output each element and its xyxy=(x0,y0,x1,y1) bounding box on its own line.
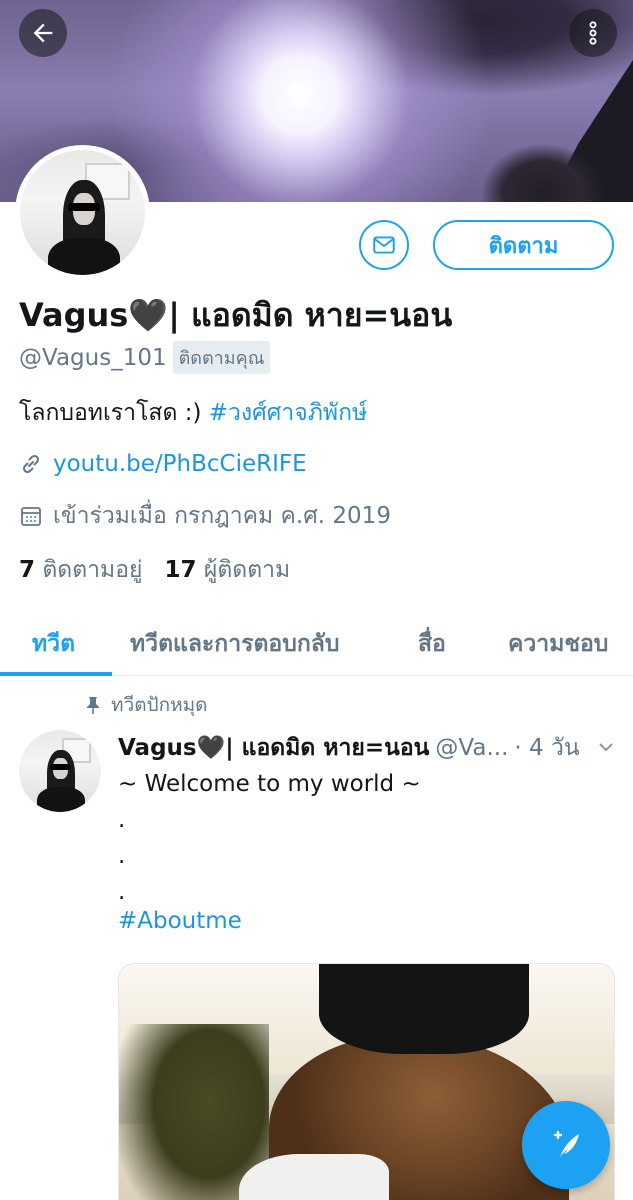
chevron-down-icon[interactable] xyxy=(596,737,616,757)
website-row: youtu.be/PhBcCieRIFE xyxy=(19,451,307,477)
compose-tweet-icon xyxy=(553,1130,579,1157)
profile-tabs: ทวีต ทวีตและการตอบกลับ สื่อ ความชอบ xyxy=(0,606,633,676)
avatar-photo xyxy=(20,150,145,275)
active-tab-indicator xyxy=(0,672,112,676)
pinned-indicator: ทวีตปักหมุด xyxy=(85,690,207,720)
followers-label: ผู้ติดตาม xyxy=(203,557,291,583)
banner-tree-silhouette xyxy=(483,145,603,202)
calendar-icon xyxy=(21,507,41,526)
mail-icon xyxy=(373,236,395,254)
tab-media[interactable]: สื่อ xyxy=(418,626,446,662)
arrow-left-icon xyxy=(33,23,53,43)
following-count: 7 xyxy=(19,557,36,583)
bio: โลกบอทเราโสด :) #วงศ์ศาจภิพักษ์ xyxy=(19,395,367,431)
followers-count: 17 xyxy=(164,557,197,583)
handle-row: @Vagus_101 ติดตามคุณ xyxy=(19,341,271,374)
joined-row: เข้าร่วมเมื่อ กรกฎาคม ค.ศ. 2019 xyxy=(19,498,391,534)
follows-you-badge: ติดตามคุณ xyxy=(172,341,271,374)
user-handle: @Vagus_101 xyxy=(19,344,167,371)
tab-likes[interactable]: ความชอบ xyxy=(508,626,608,662)
pinned-label: ทวีตปักหมุด xyxy=(111,694,208,716)
display-name: Vagus🖤| แอดมิด หาย=นอน xyxy=(19,296,453,334)
following-stat[interactable]: 7 ติดตามอยู่ xyxy=(19,552,143,588)
tweet-timestamp[interactable]: · 4 วัน xyxy=(514,730,579,766)
tweet-header: Vagus🖤| แอดมิด หาย=นอน @Va... · 4 วัน xyxy=(118,730,618,766)
tab-tweets-replies[interactable]: ทวีตและการตอบกลับ xyxy=(130,626,339,662)
more-vertical-icon xyxy=(589,21,597,45)
avatar-photo-small xyxy=(19,730,101,812)
following-label: ติดตามอยู่ xyxy=(42,557,143,583)
tweet-author-avatar[interactable] xyxy=(19,730,101,812)
bio-hashtag-link[interactable]: #วงศ์ศาจภิพักษ์ xyxy=(209,400,367,426)
tab-tweets[interactable]: ทวีต xyxy=(32,626,75,662)
back-button[interactable] xyxy=(19,9,67,57)
more-options-button[interactable] xyxy=(569,9,617,57)
tweet-author-handle: @Va... xyxy=(435,735,509,761)
message-button[interactable] xyxy=(359,220,409,270)
joined-date: เข้าร่วมเมื่อ กรกฎาคม ค.ศ. 2019 xyxy=(53,503,391,529)
profile-avatar[interactable] xyxy=(15,145,150,280)
follow-button[interactable]: ติดตาม xyxy=(433,220,614,270)
compose-tweet-button[interactable] xyxy=(522,1101,610,1189)
website-link[interactable]: youtu.be/PhBcCieRIFE xyxy=(53,451,307,477)
link-icon xyxy=(22,454,40,474)
tweet-hashtag-link[interactable]: #Aboutme xyxy=(118,908,242,934)
follow-counts: 7 ติดตามอยู่ 17 ผู้ติดตาม xyxy=(19,552,290,588)
tweet-author-name[interactable]: Vagus🖤| แอดมิด หาย=นอน xyxy=(118,730,429,766)
tweet-text: ~ Welcome to my world ~ . . . xyxy=(118,771,421,905)
followers-stat[interactable]: 17 ผู้ติดตาม xyxy=(165,552,291,588)
bio-text: โลกบอทเราโสด :) xyxy=(19,400,209,426)
pin-icon xyxy=(87,697,99,714)
